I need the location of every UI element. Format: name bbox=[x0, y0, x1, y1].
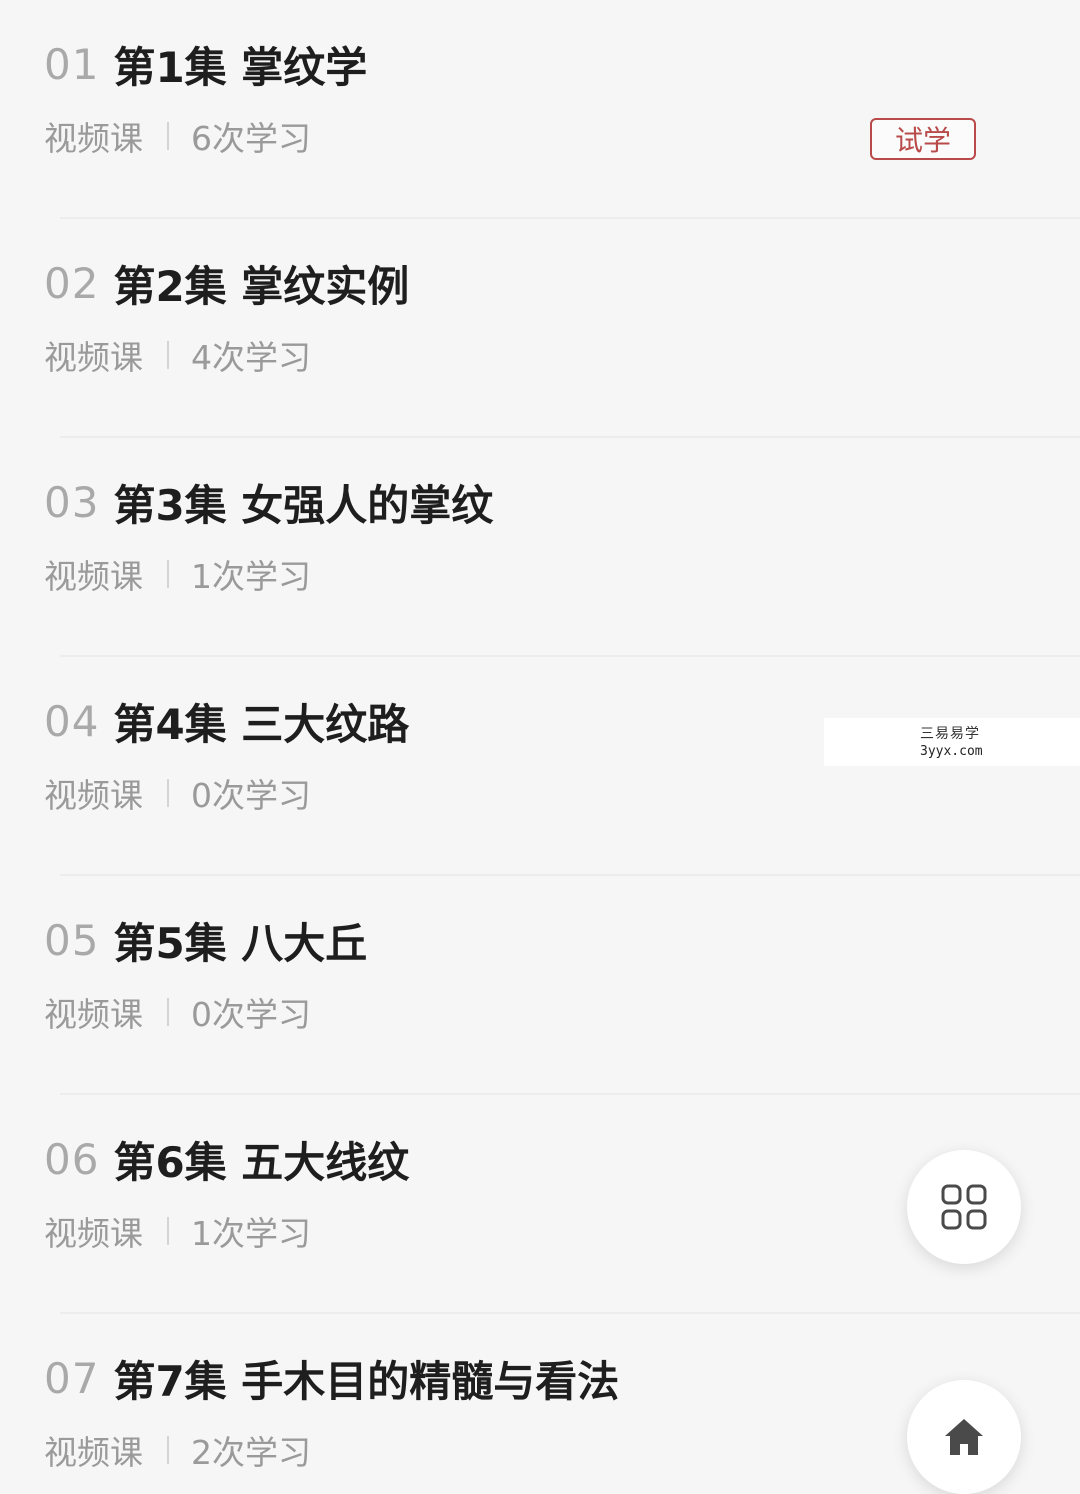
course-type-label: 视频课 bbox=[44, 119, 143, 158]
episode-number: 06 bbox=[44, 1134, 100, 1184]
episode-title-row: 07 第7集 手木目的精髓与看法 bbox=[44, 1352, 619, 1406]
episode-meta: 视频课 2次学习 bbox=[44, 1428, 311, 1472]
meta-separator bbox=[167, 1217, 169, 1245]
episode-item-01[interactable]: 01 第1集 掌纹学 视频课 6次学习 试学 bbox=[0, 0, 1080, 219]
study-count: 6次学习 bbox=[191, 119, 311, 158]
episode-meta: 视频课 6次学习 bbox=[44, 114, 311, 158]
home-button[interactable] bbox=[907, 1380, 1021, 1494]
course-type-label: 视频课 bbox=[44, 1214, 143, 1253]
episode-item-02[interactable]: 02 第2集 掌纹实例 视频课 4次学习 bbox=[0, 219, 1080, 438]
course-type-label: 视频课 bbox=[44, 995, 143, 1034]
study-count: 1次学习 bbox=[191, 1214, 311, 1253]
meta-separator bbox=[167, 998, 169, 1026]
episode-meta: 视频课 0次学习 bbox=[44, 771, 311, 815]
meta-separator bbox=[167, 1436, 169, 1464]
home-icon bbox=[945, 1419, 983, 1455]
episode-title: 第6集 五大线纹 bbox=[113, 1137, 410, 1187]
course-type-label: 视频课 bbox=[44, 776, 143, 815]
meta-separator bbox=[167, 560, 169, 588]
episode-title: 第1集 掌纹学 bbox=[113, 42, 368, 92]
episode-number: 04 bbox=[44, 696, 100, 746]
episode-meta: 视频课 4次学习 bbox=[44, 333, 311, 377]
meta-separator bbox=[167, 779, 169, 807]
episode-number: 03 bbox=[44, 477, 100, 527]
episode-item-04[interactable]: 04 第4集 三大纹路 视频课 0次学习 bbox=[0, 657, 1080, 876]
episode-title: 第2集 掌纹实例 bbox=[113, 261, 410, 311]
grid-menu-button[interactable] bbox=[907, 1150, 1021, 1264]
watermark: 三易易学 3yyx.com bbox=[824, 718, 1080, 766]
meta-separator bbox=[167, 341, 169, 369]
study-count: 4次学习 bbox=[191, 338, 311, 377]
study-count: 0次学习 bbox=[191, 776, 311, 815]
episode-number: 07 bbox=[44, 1353, 100, 1403]
watermark-url: 3yyx.com bbox=[920, 744, 983, 759]
episode-title-row: 05 第5集 八大丘 bbox=[44, 914, 367, 968]
episode-meta: 视频课 1次学习 bbox=[44, 552, 311, 596]
study-count: 1次学习 bbox=[191, 557, 311, 596]
meta-separator bbox=[167, 122, 169, 150]
study-count: 0次学习 bbox=[191, 995, 311, 1034]
course-type-label: 视频课 bbox=[44, 338, 143, 377]
grid-icon bbox=[941, 1184, 987, 1230]
episode-meta: 视频课 1次学习 bbox=[44, 1209, 311, 1253]
episode-title: 第7集 手木目的精髓与看法 bbox=[113, 1356, 620, 1406]
episode-title: 第5集 八大丘 bbox=[113, 918, 368, 968]
episode-title-row: 04 第4集 三大纹路 bbox=[44, 695, 409, 749]
course-type-label: 视频课 bbox=[44, 557, 143, 596]
watermark-name: 三易易学 bbox=[920, 726, 980, 742]
episode-number: 01 bbox=[44, 39, 100, 89]
episode-number: 02 bbox=[44, 258, 100, 308]
episode-number: 05 bbox=[44, 915, 100, 965]
episode-title-row: 06 第6集 五大线纹 bbox=[44, 1133, 409, 1187]
course-type-label: 视频课 bbox=[44, 1433, 143, 1472]
episode-title-row: 01 第1集 掌纹学 bbox=[44, 38, 367, 92]
trial-badge[interactable]: 试学 bbox=[870, 118, 976, 160]
episode-item-03[interactable]: 03 第3集 女强人的掌纹 视频课 1次学习 bbox=[0, 438, 1080, 657]
episode-title: 第3集 女强人的掌纹 bbox=[113, 480, 494, 530]
episode-meta: 视频课 0次学习 bbox=[44, 990, 311, 1034]
episode-title-row: 03 第3集 女强人的掌纹 bbox=[44, 476, 493, 530]
episode-title: 第4集 三大纹路 bbox=[113, 699, 410, 749]
episode-title-row: 02 第2集 掌纹实例 bbox=[44, 257, 409, 311]
study-count: 2次学习 bbox=[191, 1433, 311, 1472]
episode-item-05[interactable]: 05 第5集 八大丘 视频课 0次学习 bbox=[0, 876, 1080, 1095]
